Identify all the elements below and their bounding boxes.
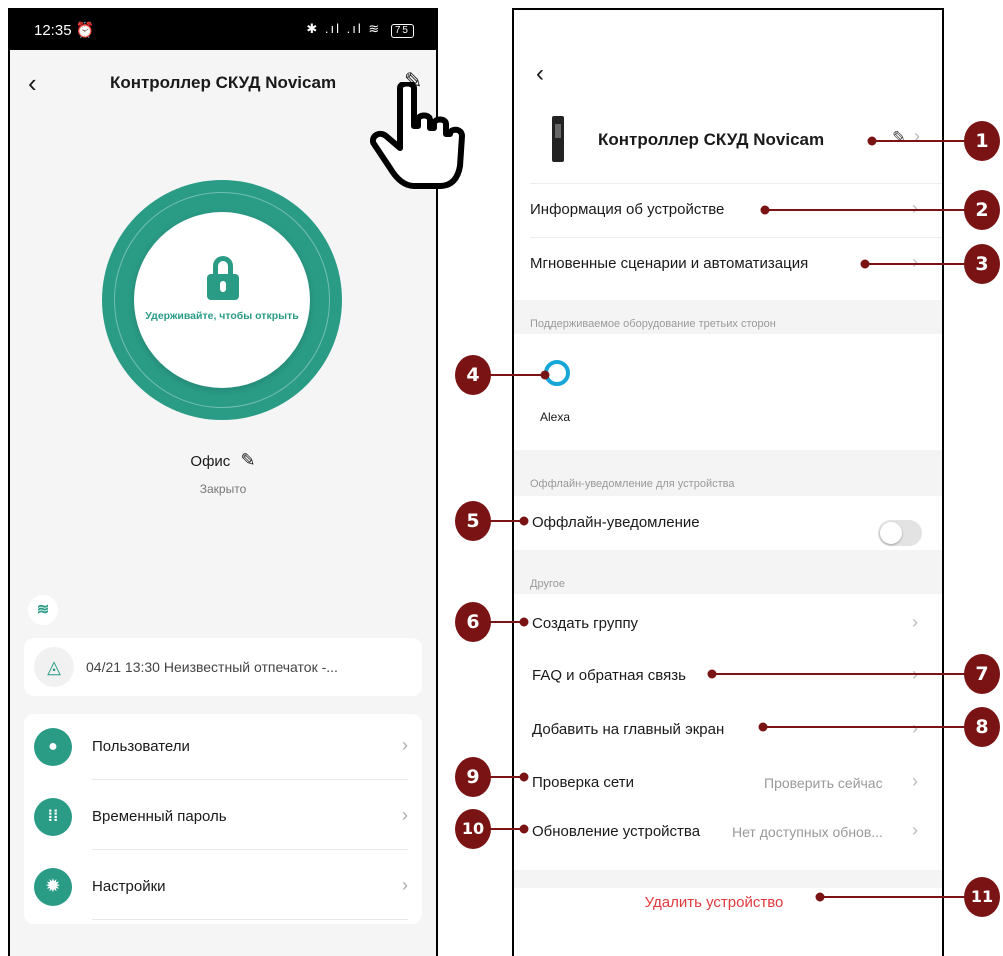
callout-lines (490, 136, 965, 902)
callout-dot-8 (758, 722, 768, 732)
callout-badge-7: 7 (964, 654, 1000, 694)
callout-dot-7 (707, 669, 717, 679)
callout-dot-2 (760, 205, 770, 215)
callout-dot-1 (867, 136, 877, 146)
callout-badge-1: 1 (964, 121, 1000, 161)
callout-dot-3 (860, 259, 870, 269)
callout-dot-6 (519, 617, 529, 627)
callout-dot-10 (519, 824, 529, 834)
callout-badge-9: 9 (455, 757, 491, 797)
callout-dot-5 (519, 516, 529, 526)
callout-dot-9 (519, 772, 529, 782)
callout-badge-10: 10 (455, 809, 491, 849)
callout-badge-11: 11 (964, 877, 1000, 917)
callout-badge-4: 4 (455, 355, 491, 395)
callout-badge-8: 8 (964, 707, 1000, 747)
callout-badge-2: 2 (964, 190, 1000, 230)
callout-badge-5: 5 (455, 501, 491, 541)
callout-badge-6: 6 (455, 602, 491, 642)
callout-dot-11 (815, 892, 825, 902)
callout-badge-3: 3 (964, 244, 1000, 284)
callout-dot-4 (540, 370, 550, 380)
